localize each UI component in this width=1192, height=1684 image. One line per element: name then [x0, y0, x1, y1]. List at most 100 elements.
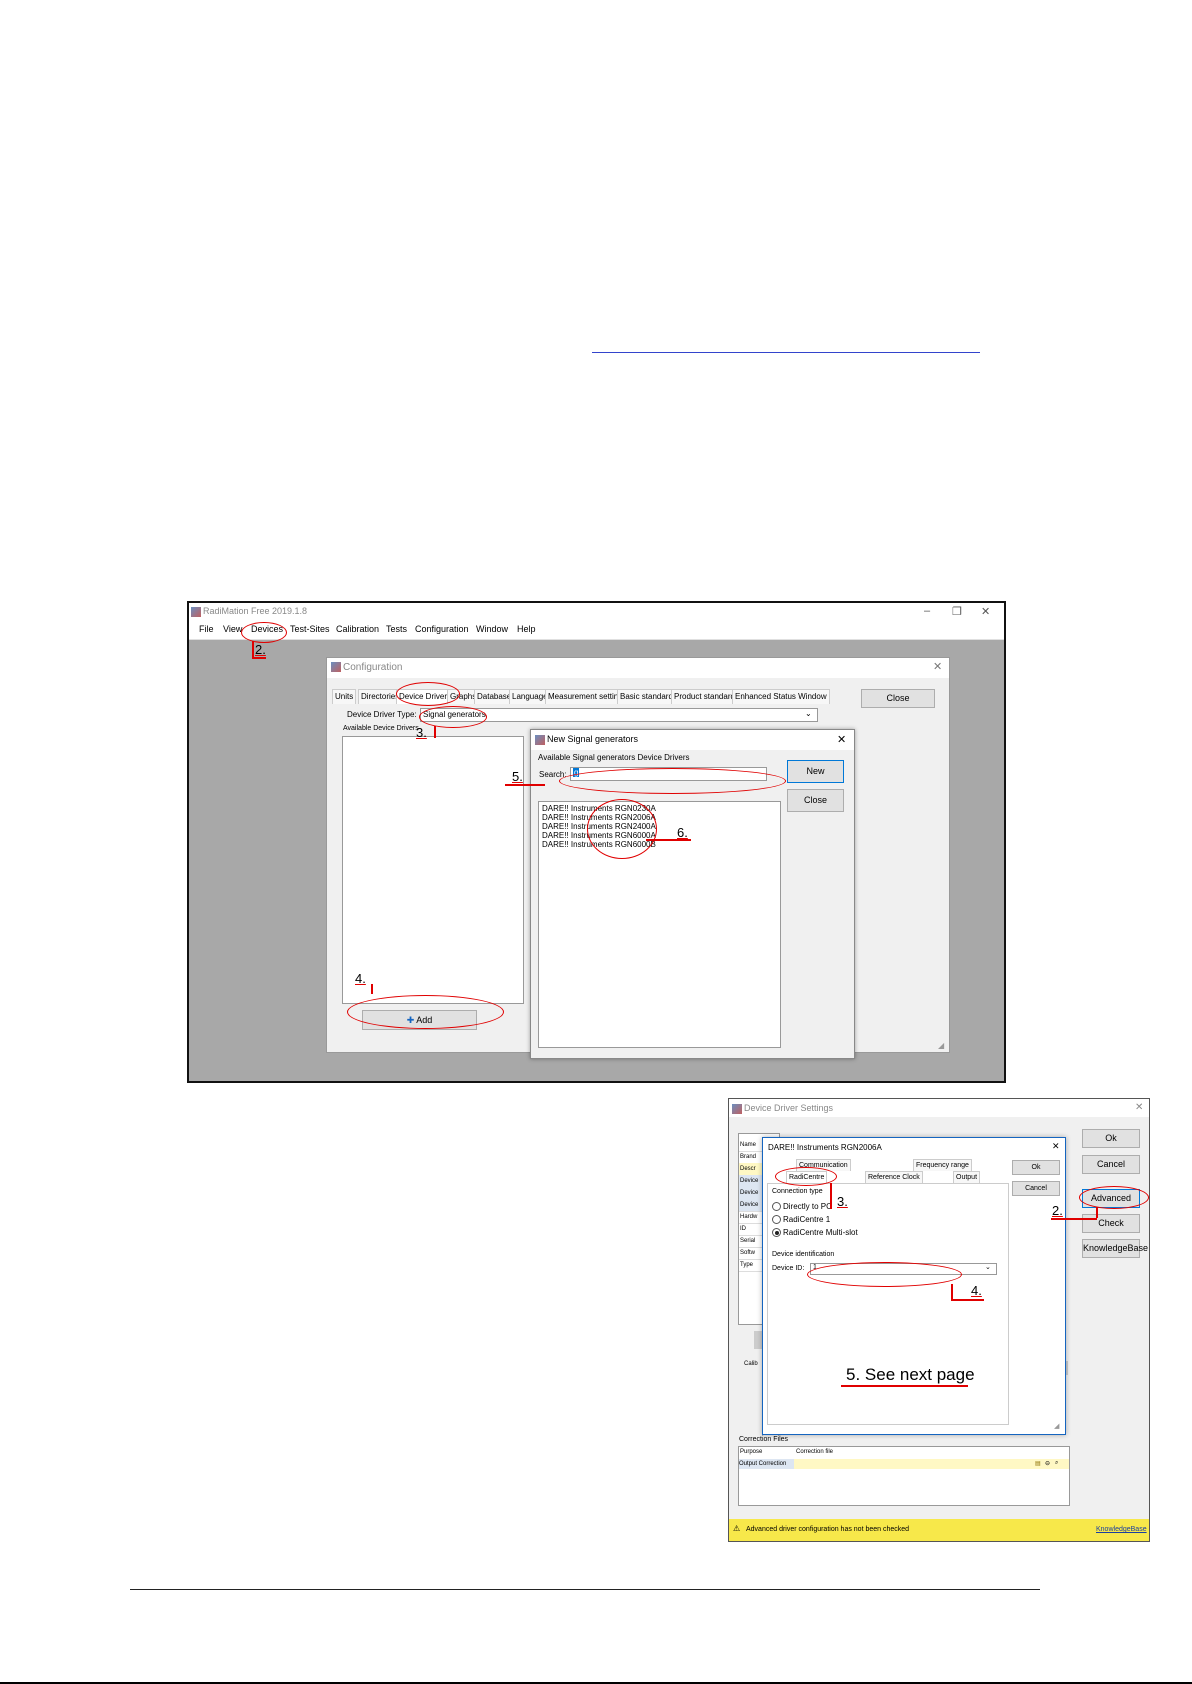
annotation-line — [841, 1385, 968, 1387]
inner-ok-button[interactable]: Ok — [1012, 1160, 1060, 1175]
annotation-2: 2. — [1052, 1203, 1063, 1218]
footer-rule — [130, 1589, 1040, 1590]
resize-grip-icon[interactable]: ◢ — [1054, 1422, 1059, 1430]
menu-window[interactable]: Window — [476, 624, 508, 634]
annotation-line — [434, 726, 436, 738]
resize-grip-icon[interactable]: ◢ — [938, 1041, 944, 1050]
annotation-line — [951, 1299, 984, 1301]
hyperlink-underline[interactable] — [592, 352, 980, 353]
warning-triangle-icon: ⚠ — [733, 1524, 741, 1533]
annotation-line — [252, 641, 254, 658]
column-header-purpose: Purpose — [740, 1449, 763, 1455]
annotation-5-see-next-page: 5. See next page — [846, 1365, 975, 1384]
warning-bar: ⚠ Advanced driver configuration has not … — [729, 1519, 1149, 1541]
annotation-ellipse-devices — [241, 622, 287, 643]
annotation-3: 3. — [837, 1194, 848, 1209]
configuration-titlebar: Configuration ✕ — [327, 658, 949, 678]
annotation-ellipse-device-id — [807, 1262, 962, 1287]
annotation-4: 4. — [355, 971, 366, 986]
scroll-handle[interactable] — [754, 1331, 762, 1349]
app-titlebar: RadiMation Free 2019.1.8 – ❐ ✕ — [189, 603, 1004, 621]
menu-help[interactable]: Help — [517, 624, 536, 634]
warning-text: Advanced driver configuration has not be… — [746, 1526, 910, 1533]
magnify-icon[interactable]: ⌕ — [1055, 1460, 1058, 1467]
knowledgebase-button[interactable]: KnowledgeBase — [1082, 1239, 1148, 1258]
radimation-logo-icon — [732, 1103, 742, 1114]
radimation-logo-icon — [331, 662, 341, 673]
annotation-line — [371, 984, 373, 994]
app-title: RadiMation Free 2019.1.8 — [191, 606, 307, 617]
device-identification-label: Device identification — [772, 1251, 835, 1258]
close-icon[interactable]: ✕ — [981, 605, 990, 618]
radio-directly-to-pc[interactable]: Directly to PC — [772, 1202, 832, 1212]
annotation-line — [505, 784, 545, 786]
new-dialog-titlebar: New Signal generators ✕ — [531, 730, 854, 750]
annotation-2: 2. — [255, 642, 266, 657]
column-header-correction-file: Correction file — [796, 1449, 834, 1455]
annotation-6: 6. — [677, 825, 688, 840]
annotation-5: 5. — [512, 769, 523, 784]
driver-type-label: Device Driver Type: — [347, 710, 417, 719]
menu-configuration[interactable]: Configuration — [415, 624, 469, 634]
outer-ok-button[interactable]: Ok — [1082, 1129, 1140, 1148]
annotation-ellipse-search — [559, 768, 786, 794]
inner-cancel-button[interactable]: Cancel — [1012, 1181, 1060, 1196]
radimation-logo-icon — [191, 606, 201, 617]
menu-test-sites[interactable]: Test-Sites — [290, 624, 330, 634]
correction-purpose-cell: Output Correction — [739, 1459, 794, 1469]
correction-files-label: Correction Files — [739, 1436, 789, 1443]
annotation-ellipse-advanced — [1079, 1186, 1149, 1209]
tab-enhanced-status-window[interactable]: Enhanced Status Window — [732, 689, 830, 704]
device-driver-settings-screenshot: Device Driver Settings ✕ Name Brand Desc… — [728, 1098, 1150, 1542]
tab-output[interactable]: Output — [953, 1171, 981, 1183]
tab-frequency-range[interactable]: Frequency range — [913, 1159, 972, 1171]
annotation-ellipse-device-drivers-tab — [396, 682, 460, 706]
close-icon[interactable]: ✕ — [837, 733, 846, 746]
knowledgebase-link[interactable]: KnowledgeBase — [1096, 1526, 1147, 1533]
available-drivers-label: Available Device Drivers — [343, 725, 419, 732]
config-close-button[interactable]: Close — [861, 689, 935, 708]
menu-view[interactable]: View — [223, 624, 242, 634]
chevron-down-icon: ⌄ — [985, 1264, 991, 1271]
tab-reference-clock[interactable]: Reference Clock — [865, 1171, 923, 1183]
annotation-3: 3. — [416, 725, 427, 740]
inner-dialog-title: DARE!! Instruments RGN2006A — [768, 1143, 882, 1152]
radimation-configuration-screenshot: RadiMation Free 2019.1.8 – ❐ ✕ File View… — [187, 601, 1006, 1083]
close-icon[interactable]: ✕ — [1052, 1141, 1060, 1152]
annotation-ellipse-list — [587, 799, 657, 859]
tab-units[interactable]: Units — [332, 689, 357, 704]
radio-radicentre-1[interactable]: RadiCentre 1 — [772, 1215, 830, 1225]
radio-dot — [772, 1202, 781, 1212]
property-name: Type — [739, 1259, 764, 1272]
outer-cancel-button[interactable]: Cancel — [1082, 1155, 1140, 1174]
close-icon[interactable]: ✕ — [1135, 1102, 1143, 1113]
table-row[interactable]: Output Correction ▤ ⊖ ⌕ — [739, 1459, 1069, 1469]
radio-dot-selected — [772, 1228, 781, 1238]
driver-settings-title: Device Driver Settings — [732, 1103, 833, 1114]
calibration-label: Calib — [744, 1361, 758, 1367]
available-sg-label: Available Signal generators Device Drive… — [538, 753, 690, 762]
configuration-title: Configuration — [331, 662, 402, 673]
annotation-ellipse-signal-generators — [419, 706, 487, 728]
menu-tests[interactable]: Tests — [386, 624, 407, 634]
clear-icon[interactable]: ⊖ — [1045, 1460, 1050, 1467]
menu-calibration[interactable]: Calibration — [336, 624, 379, 634]
minimize-icon[interactable]: – — [924, 605, 930, 617]
folder-open-icon[interactable]: ▤ — [1035, 1460, 1041, 1467]
driver-settings-titlebar: Device Driver Settings ✕ — [729, 1099, 1149, 1117]
connection-type-label: Connection type — [772, 1188, 823, 1195]
annotation-ellipse-radicentre-tab — [775, 1167, 837, 1186]
radio-radicentre-multi-slot[interactable]: RadiCentre Multi-slot — [772, 1228, 858, 1238]
menu-file[interactable]: File — [199, 624, 214, 634]
close-icon[interactable]: ✕ — [933, 660, 942, 673]
correction-files-table: Purpose Correction file Output Correctio… — [738, 1446, 1070, 1506]
annotation-4: 4. — [971, 1283, 982, 1298]
annotation-line — [951, 1284, 953, 1300]
check-button[interactable]: Check — [1082, 1214, 1140, 1233]
annotation-line — [252, 657, 266, 659]
new-dialog-close-button[interactable]: Close — [787, 789, 844, 812]
new-button[interactable]: New — [787, 760, 844, 783]
restore-icon[interactable]: ❐ — [952, 605, 962, 618]
available-drivers-list[interactable] — [342, 736, 524, 1004]
chevron-down-icon: ⌄ — [805, 709, 812, 718]
